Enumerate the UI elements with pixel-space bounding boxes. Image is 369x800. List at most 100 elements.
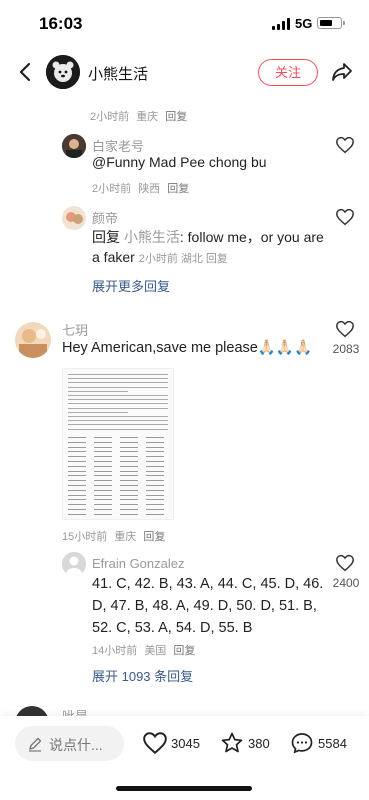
document-option-line: [120, 437, 138, 438]
document-option-line: [68, 451, 86, 453]
document-option-line: [120, 513, 138, 515]
home-indicator: [116, 786, 252, 791]
expand-more-replies[interactable]: 展开更多回复: [92, 276, 170, 295]
like-count: 2400: [332, 576, 360, 590]
reply-button[interactable]: 回复: [173, 645, 195, 657]
document-option-line: [146, 441, 164, 443]
expand-replies-count[interactable]: 展开 1093 条回复: [92, 666, 193, 685]
like-count: 3045: [171, 736, 200, 751]
document-option-line: [94, 446, 112, 448]
document-option-line: [68, 470, 86, 472]
avatar[interactable]: [62, 552, 86, 576]
document-option-line: [94, 465, 112, 467]
document-option-line: [120, 480, 138, 482]
document-option-line: [146, 451, 164, 453]
follow-button[interactable]: 关注: [258, 59, 318, 86]
reply-location: 陕西: [138, 183, 161, 195]
document-option-line: [120, 451, 138, 453]
heart-icon[interactable]: [335, 136, 355, 154]
reply-time: 2小时前: [90, 111, 130, 123]
document-option-line: [68, 513, 86, 515]
like-icon[interactable]: [142, 731, 168, 755]
reply-text-line: 41. C, 42. B, 43. A, 44. C, 45. D, 46.: [92, 576, 324, 592]
document-option-line: [146, 504, 164, 506]
document-option-line: [146, 480, 164, 482]
comment-text: Hey American,save me please🙏🏻🙏🏻🙏🏻: [62, 340, 313, 356]
document-option-line: [94, 456, 112, 458]
document-option-line: [120, 461, 138, 462]
comment-location: 重庆: [114, 531, 137, 543]
reply-location: 重庆: [136, 111, 159, 123]
document-option-line: [120, 489, 138, 491]
heart-icon[interactable]: [335, 554, 355, 572]
document-option-line: [94, 475, 112, 477]
document-option-line: [120, 475, 138, 477]
document-option-line: [68, 456, 86, 458]
star-icon[interactable]: [219, 731, 245, 755]
document-option-line: [120, 494, 138, 496]
document-option-line: [146, 446, 164, 448]
document-option-line: [146, 456, 164, 458]
document-option-line: [68, 461, 86, 462]
document-option-line: [146, 494, 164, 496]
document-option-line: [94, 461, 112, 462]
document-option-line: [146, 437, 164, 438]
reply-prefix: 回复: [92, 229, 124, 245]
share-icon[interactable]: [330, 60, 354, 84]
network-label: 5G: [295, 16, 313, 31]
status-time: 16:03: [39, 14, 83, 33]
reply-location: 美国: [144, 645, 167, 657]
reply-body: a faker: [92, 249, 135, 265]
author-avatar[interactable]: [46, 55, 80, 89]
avatar[interactable]: [62, 206, 86, 230]
heart-icon[interactable]: [335, 320, 355, 338]
document-option-line: [146, 465, 164, 467]
document-option-line: [68, 489, 86, 491]
reply-meta: 14小时前 美国 回复: [92, 642, 199, 658]
avatar[interactable]: [62, 134, 86, 158]
document-text-line: [68, 416, 168, 417]
reply-time: 2小时前: [92, 183, 132, 195]
document-option-line: [120, 499, 138, 501]
document-option-line: [94, 480, 112, 482]
reply-button[interactable]: 回复: [165, 111, 187, 123]
comment-input[interactable]: 说点什...: [15, 726, 124, 761]
document-option-line: [94, 470, 112, 472]
document-option-line: [68, 441, 86, 443]
document-text-line: [68, 378, 168, 380]
document-text-line: [68, 399, 168, 401]
reply-author[interactable]: Efrain Gonzalez: [92, 556, 185, 571]
reply-meta: 2小时前 湖北 回复: [138, 253, 228, 265]
document-option-line: [68, 494, 86, 496]
document-option-line: [120, 465, 138, 467]
like-count: 2083: [332, 342, 360, 356]
comment-icon[interactable]: [289, 731, 315, 755]
attached-document-image[interactable]: [62, 368, 174, 520]
top-nav: 小熊生活 关注: [0, 52, 369, 94]
document-option-line: [120, 446, 138, 448]
document-option-line: [120, 470, 138, 472]
comment-meta: 15小时前 重庆 回复: [62, 528, 169, 544]
document-option-line: [120, 456, 138, 458]
document-option-line: [68, 485, 86, 486]
heart-icon[interactable]: [335, 208, 355, 226]
signal-icon: [272, 18, 290, 30]
document-option-line: [94, 494, 112, 496]
document-option-line: [120, 441, 138, 443]
avatar[interactable]: [15, 322, 51, 358]
document-option-line: [94, 437, 112, 438]
reply-time: 14小时前: [92, 645, 138, 657]
comment-time: 15小时前: [62, 531, 108, 543]
document-option-line: [146, 489, 164, 491]
back-icon[interactable]: [14, 60, 38, 84]
document-option-line: [94, 489, 112, 491]
document-text-line: [68, 428, 168, 430]
collect-count: 380: [248, 736, 270, 751]
document-option-line: [94, 513, 112, 515]
reply-target[interactable]: 小熊生活: [124, 229, 180, 245]
author-name[interactable]: 小熊生活: [88, 63, 148, 84]
reply-text-line: D, 47. B, 48. A, 49. D, 50. D, 51. B,: [92, 598, 317, 614]
reply-button[interactable]: 回复: [167, 183, 189, 195]
document-option-line: [146, 509, 164, 510]
reply-button[interactable]: 回复: [143, 531, 165, 543]
